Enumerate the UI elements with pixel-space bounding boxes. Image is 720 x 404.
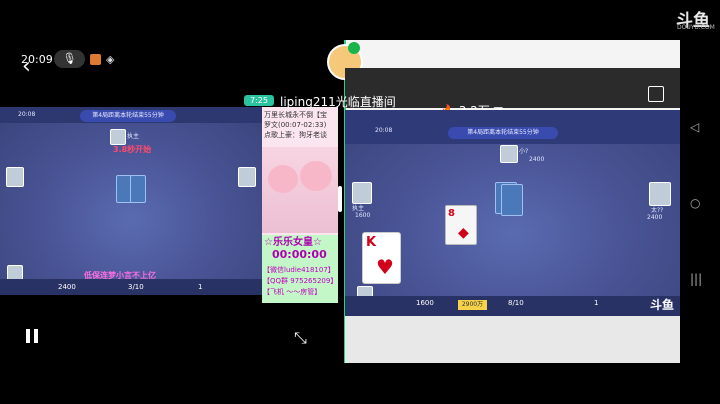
right-left-player: 执主: [352, 205, 365, 212]
room-badge: 7:25: [244, 95, 274, 106]
right-left-avatar: [352, 182, 372, 204]
right-game-time: 20:08: [375, 127, 393, 134]
right-bottom-round: 8/10: [508, 299, 524, 307]
pig-left: [268, 165, 298, 193]
yellow-tag: 2900万: [458, 300, 487, 310]
played-card-suit: ◆: [458, 225, 469, 241]
right-card-back-2: [501, 184, 523, 216]
left-seat-avatar: [6, 167, 24, 187]
right-top-player: 小?: [519, 148, 529, 155]
left-game-time: 20:08: [18, 111, 36, 118]
left-bottom-right: 1: [198, 283, 203, 291]
played-card-rank: 8: [448, 208, 455, 219]
info-contact-1: 【微信ludie418107】: [263, 266, 335, 274]
shrink-icon[interactable]: ⤡: [294, 328, 307, 348]
pause-bar-left: [26, 329, 30, 343]
pause-button[interactable]: [26, 328, 42, 347]
chat-line-2: 罗文(00:07-02:33): [264, 121, 327, 129]
pig-right: [300, 161, 332, 191]
right-seat-avatar: [238, 167, 256, 187]
live-indicator-icon: [348, 42, 360, 54]
right-game-title: 第4局距离本轮结束55分钟: [448, 127, 558, 139]
app-icon: [90, 54, 101, 65]
played-card: 8 ◆: [445, 205, 477, 245]
nav-recent-icon[interactable]: |||: [690, 272, 702, 286]
hand-card-rank: K: [366, 235, 377, 250]
chat-panel: 万里长城永不倒【宝 罗文(00:07-02:33) 点歌上豪：狗牙老谈 ☆乐乐女…: [262, 107, 338, 303]
room-title: liping211光临直播间: [280, 95, 396, 109]
info-card: ☆乐乐女皇☆ 00:00:00 【微信ludie418107】 【QQ群 975…: [262, 235, 338, 303]
split-handle[interactable]: [338, 186, 342, 212]
douyu-watermark: 斗鱼: [650, 298, 675, 312]
nav-home-icon[interactable]: ○: [690, 196, 700, 210]
share-icon[interactable]: [648, 86, 664, 102]
hand-card[interactable]: K ♥: [362, 232, 401, 284]
info-contact-3: 【飞机 ～～房管】: [263, 288, 322, 296]
right-right-avatar: [649, 182, 671, 206]
left-game-stream: 20:08 第4局距离本轮结束55分钟 执主 3.8秒开始 低保连梦小言不上亿 …: [0, 107, 262, 295]
hand-card-suit: ♥: [376, 255, 394, 279]
left-card-back-2: [130, 175, 146, 203]
layers-icon: ◈: [106, 53, 115, 66]
pig-image: [262, 147, 338, 233]
mic-icon: 🎙: [62, 52, 77, 65]
right-top-avatar: [500, 145, 518, 163]
info-contact-2: 【QQ群 975265209】: [263, 277, 338, 285]
douyu-logo-sub: DOUYU.COM: [677, 24, 715, 31]
info-highlight: ☆乐乐女皇☆: [264, 237, 322, 248]
right-top-score: 2400: [529, 156, 545, 163]
chat-line-1: 万里长城永不倒【宝: [264, 111, 327, 119]
left-game-title: 第4局距离本轮结束55分钟: [80, 110, 176, 122]
left-player-label: 执主: [127, 133, 140, 140]
left-bottom-round: 3/10: [128, 283, 144, 291]
left-bottom-score: 2400: [58, 283, 76, 291]
right-bottom-score: 1600: [416, 299, 434, 307]
right-bottom-right: 1: [594, 299, 599, 307]
chat-line-3: 点歌上豪：狗牙老谈: [264, 131, 327, 139]
mic-button[interactable]: 🎙: [54, 50, 85, 68]
right-right-player: 太??: [651, 207, 664, 214]
nav-back-icon[interactable]: ◁: [690, 120, 699, 134]
right-lower-area: [345, 316, 680, 363]
left-countdown-text: 3.8秒开始: [113, 145, 152, 154]
right-game-stream: 20:08 第4局距离本轮结束55分钟 小? 2400 执主 1600 太?? …: [345, 110, 680, 316]
info-timer: 00:00:00: [272, 248, 327, 261]
status-time: 20:09: [21, 53, 53, 66]
pause-bar-right: [34, 329, 38, 343]
left-top-avatar: [110, 129, 126, 145]
right-right-score: 2400: [647, 214, 663, 221]
right-left-score: 1600: [355, 212, 371, 219]
